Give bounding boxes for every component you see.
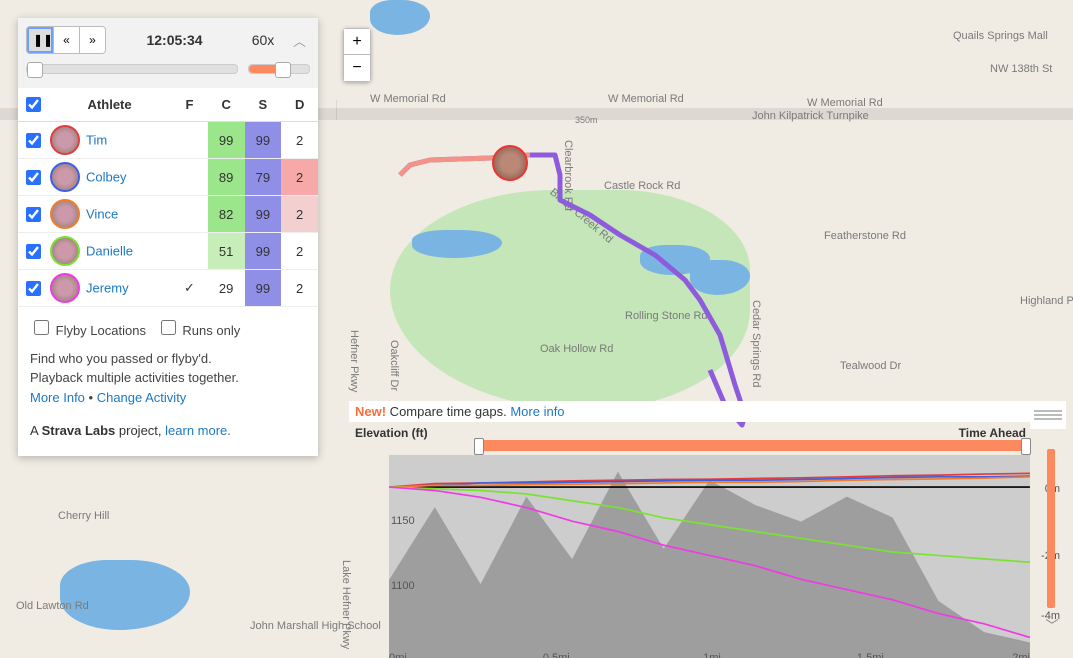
step-back-button[interactable]: « — [53, 27, 79, 53]
x-tick: 1.5mi — [857, 652, 884, 658]
chevron-down-icon[interactable]: ﹀ — [1038, 615, 1066, 634]
athlete-link[interactable]: Danielle — [86, 244, 133, 259]
y-tick: 1100 — [391, 580, 415, 592]
chart-side-slider[interactable]: ﹀ — [1038, 441, 1066, 636]
play-pause-button[interactable]: ❚❚ — [27, 27, 53, 53]
chart-more-info-link[interactable]: More info — [510, 404, 564, 419]
playback-speed: 60x — [243, 32, 283, 48]
cell-c: 29 — [208, 270, 245, 307]
cell-d: 2 — [281, 196, 318, 233]
cell-c: 89 — [208, 159, 245, 196]
athlete-row[interactable]: Danielle 51992 — [18, 233, 318, 270]
athlete-link[interactable]: Jeremy — [86, 281, 129, 296]
col-d[interactable]: D — [281, 88, 318, 122]
cell-d: 2 — [281, 233, 318, 270]
cell-f — [171, 159, 208, 196]
cell-c: 82 — [208, 196, 245, 233]
cell-f: ✓ — [171, 270, 208, 307]
col-c[interactable]: C — [208, 88, 245, 122]
chevron-up-icon[interactable]: ︿ — [289, 31, 310, 50]
athlete-link[interactable]: Colbey — [86, 170, 126, 185]
athlete-checkbox[interactable] — [26, 170, 41, 185]
cell-c: 51 — [208, 233, 245, 270]
change-activity-link[interactable]: Change Activity — [97, 390, 187, 405]
learn-more-link[interactable]: learn more. — [165, 423, 231, 438]
info-line-1: Find who you passed or flyby'd. — [30, 349, 306, 369]
athlete-row[interactable]: Vince 82992 — [18, 196, 318, 233]
athlete-link[interactable]: Tim — [86, 133, 107, 148]
athlete-row[interactable]: Tim99992 — [18, 122, 318, 159]
cell-f — [171, 122, 208, 159]
athlete-checkbox[interactable] — [26, 133, 41, 148]
col-s[interactable]: S — [245, 88, 282, 122]
cell-s: 99 — [245, 233, 282, 270]
zoom-out-button[interactable]: − — [344, 55, 370, 81]
time-slider[interactable] — [26, 64, 238, 74]
cell-s: 99 — [245, 122, 282, 159]
panel-footer: A Strava Labs project, learn more. — [18, 417, 318, 444]
cell-f — [171, 196, 208, 233]
x-tick: 0.5mi — [543, 652, 570, 658]
athlete-checkbox[interactable] — [26, 281, 41, 296]
chart-range-slider[interactable] — [479, 440, 1026, 451]
cell-s: 99 — [245, 270, 282, 307]
elevation-chart-panel: New! Compare time gaps. More info Elevat… — [349, 401, 1066, 658]
elevation-chart[interactable]: 1150 1100 0m -2m -4m 0mi 0.5mi 1mi 1.5mi… — [389, 455, 1030, 650]
cell-d: 2 — [281, 159, 318, 196]
playback-time: 12:05:34 — [112, 32, 237, 48]
cell-d: 2 — [281, 270, 318, 307]
panel-info: Flyby Locations Runs only Find who you p… — [18, 307, 318, 417]
zoom-in-button[interactable]: + — [344, 29, 370, 55]
x-tick: 0mi — [389, 652, 407, 658]
playback-controls: ❚❚ « » 12:05:34 60x ︿ — [18, 18, 318, 88]
y-tick: 1150 — [391, 515, 415, 527]
col-athlete[interactable]: Athlete — [48, 88, 171, 122]
avatar — [50, 236, 80, 266]
athlete-row[interactable]: Colbey 89792 — [18, 159, 318, 196]
col-f[interactable]: F — [171, 88, 208, 122]
more-info-link[interactable]: More Info — [30, 390, 85, 405]
athlete-checkbox[interactable] — [26, 244, 41, 259]
athlete-marker[interactable] — [492, 145, 528, 181]
avatar — [50, 125, 80, 155]
runs-only-toggle[interactable]: Runs only — [157, 323, 240, 338]
select-all-checkbox[interactable] — [26, 97, 41, 112]
cell-d: 2 — [281, 122, 318, 159]
avatar — [50, 199, 80, 229]
step-forward-button[interactable]: » — [79, 27, 105, 53]
athlete-checkbox[interactable] — [26, 207, 41, 222]
chart-header: New! Compare time gaps. More info — [349, 401, 1066, 422]
x-tick: 1mi — [703, 652, 721, 658]
chart-menu-icon[interactable] — [1030, 401, 1066, 429]
flyby-locations-toggle[interactable]: Flyby Locations — [30, 323, 146, 338]
map-zoom: + − — [343, 28, 371, 82]
avatar — [50, 273, 80, 303]
cell-s: 79 — [245, 159, 282, 196]
avatar — [50, 162, 80, 192]
speed-slider[interactable] — [248, 64, 310, 74]
athlete-link[interactable]: Vince — [86, 207, 118, 222]
cell-c: 99 — [208, 122, 245, 159]
time-ahead-axis-label: Time Ahead — [959, 426, 1026, 440]
cell-f — [171, 233, 208, 270]
cell-s: 99 — [245, 196, 282, 233]
elevation-axis-label: Elevation (ft) — [355, 426, 428, 440]
athlete-row[interactable]: Jeremy ✓29992 — [18, 270, 318, 307]
athlete-table: Athlete F C S D Tim99992Colbey89792Vince… — [18, 88, 318, 307]
info-line-2: Playback multiple activities together. — [30, 368, 306, 388]
x-tick: 2mi — [1012, 652, 1030, 658]
control-panel: ❚❚ « » 12:05:34 60x ︿ Athlete F C S D Ti… — [18, 18, 318, 456]
